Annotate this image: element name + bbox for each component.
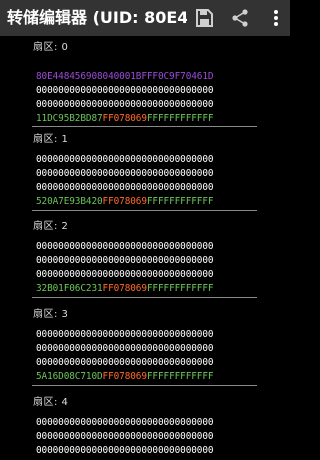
- more-vert-icon: [274, 10, 278, 26]
- block-row[interactable]: 00000000000000000000000000000000: [36, 417, 214, 429]
- sector-trailer[interactable]: 520A7E93B420FF078069FFFFFFFFFFFF: [36, 196, 214, 208]
- block-row[interactable]: 80E448456908040001BFFF0C9F70461D: [36, 71, 214, 83]
- sector-trailer[interactable]: 5A16D08C710DFF078069FFFFFFFFFFFF: [36, 371, 214, 383]
- block-row[interactable]: 00000000000000000000000000000000: [36, 182, 214, 194]
- sector-label: 扇区: 1: [33, 134, 69, 145]
- access-bits: FF078069: [102, 196, 147, 207]
- divider: [32, 210, 257, 211]
- share-icon: [232, 9, 248, 27]
- access-bits: FF078069: [102, 113, 147, 124]
- block-row[interactable]: 00000000000000000000000000000000: [36, 329, 214, 341]
- key-b: FFFFFFFFFFFF: [146, 371, 214, 382]
- block-row[interactable]: 00000000000000000000000000000000: [36, 269, 214, 281]
- sector-trailer[interactable]: 32B01F06C231FF078069FFFFFFFFFFFF: [36, 283, 214, 295]
- uid-block: 80E448456908040001BFFF0C9F70461D: [36, 71, 214, 82]
- block-row[interactable]: 00000000000000000000000000000000: [36, 255, 214, 267]
- block-row[interactable]: 00000000000000000000000000000000: [36, 343, 214, 355]
- block-row[interactable]: 00000000000000000000000000000000: [36, 85, 214, 97]
- share-button[interactable]: [226, 4, 254, 32]
- sector-trailer[interactable]: 11DC95B2BD87FF078069FFFFFFFFFFFF: [36, 113, 214, 125]
- block-row[interactable]: 00000000000000000000000000000000: [36, 357, 214, 369]
- block-row[interactable]: 00000000000000000000000000000000: [36, 168, 214, 180]
- app-bar: 转储编辑器 (UID: 80E448456908040001BFFF0C9F70…: [0, 0, 290, 36]
- key-b: FFFFFFFFFFFF: [146, 283, 214, 294]
- block-row[interactable]: 00000000000000000000000000000000: [36, 154, 214, 166]
- page-title: 转储编辑器 (UID: 80E448456908040001BFFF0C9F70…: [7, 8, 187, 27]
- key-b: FFFFFFFFFFFF: [146, 196, 214, 207]
- block-row[interactable]: 00000000000000000000000000000000: [36, 241, 214, 253]
- block-row[interactable]: 00000000000000000000000000000000: [36, 445, 214, 457]
- access-bits: FF078069: [102, 283, 147, 294]
- access-bits: FF078069: [102, 371, 147, 382]
- key-a: 5A16D08C710D: [36, 371, 103, 382]
- more-options-button[interactable]: [262, 4, 290, 32]
- sector-label: 扇区: 4: [33, 397, 69, 408]
- dump-list[interactable]: 扇区: 0 80E448456908040001BFFF0C9F70461D 0…: [0, 36, 290, 460]
- divider: [32, 385, 257, 386]
- sector-label: 扇区: 2: [33, 221, 69, 232]
- key-a: 520A7E93B420: [36, 196, 103, 207]
- divider: [32, 126, 257, 127]
- key-b: FFFFFFFFFFFF: [146, 113, 214, 124]
- block-row[interactable]: 00000000000000000000000000000000: [36, 99, 214, 111]
- save-button[interactable]: [190, 4, 218, 32]
- key-a: 32B01F06C231: [36, 283, 103, 294]
- sector-label: 扇区: 0: [33, 42, 69, 53]
- block-row[interactable]: 00000000000000000000000000000000: [36, 431, 214, 443]
- divider: [32, 297, 257, 298]
- sector-label: 扇区: 3: [33, 309, 69, 320]
- key-a: 11DC95B2BD87: [36, 113, 103, 124]
- save-icon: [196, 9, 213, 27]
